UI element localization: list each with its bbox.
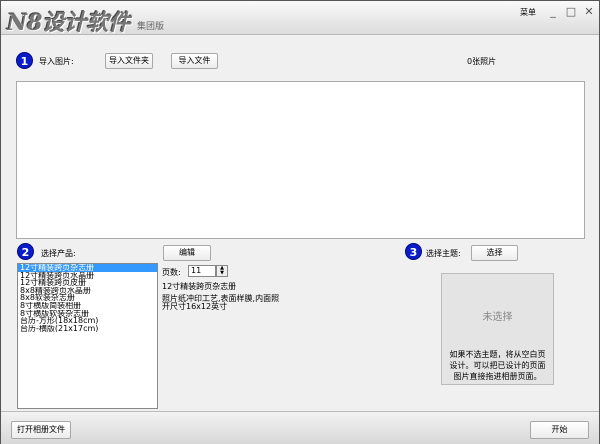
select-theme-label: 选择主题: <box>426 249 461 258</box>
close-icon[interactable]: ✕ <box>582 5 596 19</box>
product-list[interactable]: 12寸精装跨页杂志册 12寸精装跨页水晶册 12寸精装跨页皮册 8x8精装跨页水… <box>17 263 158 409</box>
list-item[interactable]: 台历-横版(21x17cm) <box>18 325 157 333</box>
product-title: 12寸精装跨页杂志册 <box>162 282 237 291</box>
list-item[interactable]: 12寸精装跨页皮册 <box>18 279 157 287</box>
edition-label: 集团版 <box>137 22 165 32</box>
photo-count: 0张照片 <box>467 57 497 66</box>
import-images-label: 导入图片: <box>39 57 74 66</box>
pages-input[interactable]: 11 <box>188 265 216 277</box>
product-details: 页数: 11 ▲ ▼ 12寸精装跨页杂志册 照片纸冲印工艺,表面样膜,内面照 开尺… <box>158 263 381 409</box>
theme-hint: 如果不选主题，将从空白页设计。可以把已设计的页面图片直接拖进相册页面。 <box>449 350 546 381</box>
edit-button[interactable]: 编辑 <box>163 245 211 261</box>
list-item[interactable]: 12寸精装跨页杂志册 <box>18 264 157 272</box>
menu-button[interactable]: 菜单 <box>520 7 536 18</box>
list-item[interactable]: 8寸横版软装杂志册 <box>18 310 157 318</box>
app-window: N8设计软件 集团版 菜单 _ □ ✕ 1 导入图片: 导入文件夹 导入文件 0… <box>0 0 600 444</box>
list-item[interactable]: 12寸精装跨页水晶册 <box>18 272 157 280</box>
select-product-label: 选择产品: <box>41 249 76 258</box>
pages-label: 页数: <box>162 268 181 277</box>
list-item[interactable]: 8x8精装跨页水晶册 <box>18 287 157 295</box>
no-theme-label: 未选择 <box>482 312 513 323</box>
title-bar: N8设计软件 集团版 菜单 _ □ ✕ <box>1 1 599 36</box>
step-2-badge: 2 <box>17 243 34 260</box>
import-folder-button[interactable]: 导入文件夹 <box>105 53 153 69</box>
maximize-icon[interactable]: □ <box>564 5 578 19</box>
open-album-button[interactable]: 打开相册文件 <box>11 421 71 439</box>
image-drop-area[interactable] <box>16 81 585 239</box>
list-item[interactable]: 8x8软装杂志册 <box>18 294 157 302</box>
choose-theme-button[interactable]: 选择 <box>471 245 518 261</box>
step-1-badge: 1 <box>16 52 33 69</box>
footer-bar: 打开相册文件 开始 <box>1 411 599 444</box>
pages-stepper[interactable]: ▲ ▼ <box>216 265 228 277</box>
import-file-button[interactable]: 导入文件 <box>171 53 218 69</box>
start-button[interactable]: 开始 <box>530 421 589 439</box>
list-item[interactable]: 台历-方形(18x18cm) <box>18 317 157 325</box>
product-desc-line2: 开尺寸16x12英寸 <box>162 302 228 311</box>
list-item[interactable]: 8寸横版简装相册 <box>18 302 157 310</box>
step-3-badge: 3 <box>405 243 422 260</box>
app-logo: N8设计软件 <box>7 10 131 36</box>
theme-preview[interactable]: 未选择 如果不选主题，将从空白页设计。可以把已设计的页面图片直接拖进相册页面。 <box>441 273 554 385</box>
minimize-icon[interactable]: _ <box>546 5 560 19</box>
